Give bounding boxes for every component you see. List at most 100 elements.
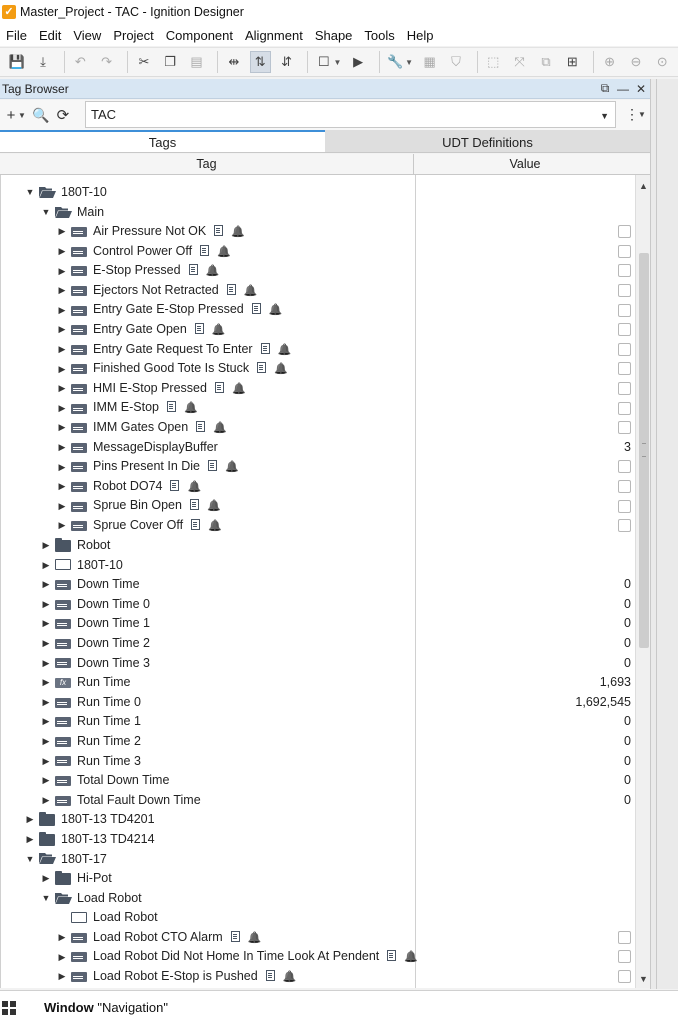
expand-toggle-icon[interactable]: ▶ [41,595,51,614]
tree-row[interactable]: ▶ Total Down Time 0 [1,771,635,791]
search-icon[interactable]: 🔍 [30,107,52,124]
snap-off-icon[interactable]: ⇹ [223,51,244,73]
tree-row[interactable]: ▶ Sprue Bin Open 🔔 [1,497,635,517]
tree-row[interactable]: ▶ Finished Good Tote Is Stuck 🔔 [1,359,635,379]
value-checkbox[interactable] [618,303,631,317]
collapse-toggle-icon[interactable]: ▼ [25,850,35,869]
vertical-scrollbar[interactable]: ▲ ▼ [635,175,650,988]
tree-row[interactable]: ▶ Sprue Cover Off 🔔 [1,516,635,536]
expand-toggle-icon[interactable]: ▶ [25,810,35,829]
value-checkbox[interactable] [618,225,631,239]
chevron-down-icon[interactable]: ▼ [405,58,413,67]
wrench-icon[interactable]: 🔧 [385,51,406,73]
expand-toggle-icon[interactable]: ▶ [41,791,51,810]
expand-toggle-icon[interactable]: ▶ [57,262,67,281]
value-checkbox[interactable] [618,264,631,278]
preview-play-icon[interactable]: ▶ [347,51,368,73]
expand-toggle-icon[interactable]: ▶ [57,399,67,418]
expand-toggle-icon[interactable]: ▶ [57,477,67,496]
expand-toggle-icon[interactable]: ▶ [57,418,67,437]
group-icon[interactable]: ⧉ [535,51,556,73]
zoom-out-icon[interactable]: ⊖ [625,51,646,73]
value-checkbox[interactable] [618,950,631,964]
value-checkbox[interactable] [618,499,631,513]
expand-toggle-icon[interactable]: ▶ [41,536,51,555]
tree-row[interactable]: ▼ Main [1,203,635,223]
tree-row[interactable]: ▶ Robot DO74 🔔 [1,477,635,497]
tree-row[interactable]: ▶ Entry Gate Open 🔔 [1,320,635,340]
expand-icon[interactable]: ⤧ [509,51,530,73]
expand-toggle-icon[interactable]: ▶ [57,948,67,967]
expand-toggle-icon[interactable]: ▶ [41,673,51,692]
expand-toggle-icon[interactable]: ▶ [41,614,51,633]
zoom-in-icon[interactable]: ⊕ [599,51,620,73]
redo-icon[interactable]: ↷ [96,51,117,73]
expand-toggle-icon[interactable]: ▶ [41,575,51,594]
document-icon[interactable]: ▦ [419,51,440,73]
grid-icon[interactable] [2,1001,16,1015]
chevron-down-icon[interactable]: ▼ [334,58,342,67]
menu-file[interactable]: File [0,28,33,43]
cut-icon[interactable]: ✂ [133,51,154,73]
column-value[interactable]: Value [414,154,636,174]
tag-provider-select[interactable]: TAC ▼ [85,101,616,128]
expand-toggle-icon[interactable]: ▶ [57,242,67,261]
value-checkbox[interactable] [618,421,631,435]
expand-toggle-icon[interactable]: ▶ [41,732,51,751]
expand-toggle-icon[interactable]: ▶ [41,654,51,673]
tree-row[interactable]: ▶ Run Time 3 0 [1,751,635,771]
save-icon[interactable]: 💾 [6,51,27,73]
value-checkbox[interactable] [618,519,631,533]
menu-view[interactable]: View [67,28,107,43]
tree-row[interactable]: ▶ IMM Gates Open 🔔 [1,418,635,438]
value-checkbox[interactable] [618,460,631,474]
tab-udt-definitions[interactable]: UDT Definitions [325,130,650,152]
tree-row[interactable]: ▶ IMM E-Stop 🔔 [1,399,635,419]
value-checkbox[interactable] [618,480,631,493]
expand-toggle-icon[interactable]: ▶ [41,752,51,771]
value-checkbox[interactable] [618,244,631,258]
tree-row[interactable]: ▶ HMI E-Stop Pressed 🔔 [1,379,635,399]
collapse-toggle-icon[interactable]: ▼ [25,183,35,202]
value-checkbox[interactable] [618,930,631,944]
tree-row[interactable]: ▶ Load Robot E-Stop is Pushed 🔔 [1,967,635,987]
expand-toggle-icon[interactable]: ▶ [41,712,51,731]
collapse-toggle-icon[interactable]: ▼ [41,203,51,222]
tree-row[interactable]: ▶ Pins Present In Die 🔔 [1,457,635,477]
zoom-reset-icon[interactable]: ⊙ [652,51,673,73]
minimize-icon[interactable]: — [614,82,632,96]
menu-project[interactable]: Project [107,28,159,43]
menu-help[interactable]: Help [401,28,440,43]
expand-toggle-icon[interactable]: ▶ [57,340,67,359]
paste-icon[interactable]: ▤ [186,51,207,73]
tree-row[interactable]: ▶ 180T-10 [1,555,635,575]
scroll-down-icon[interactable]: ▼ [636,974,650,984]
menu-component[interactable]: Component [160,28,239,43]
tree-row[interactable]: ▶ E-Stop Pressed 🔔 [1,261,635,281]
tree-row[interactable]: ▶ Down Time 1 0 [1,614,635,634]
float-window-icon[interactable]: ⧉ [596,81,614,96]
align-icon[interactable]: ⊞ [562,51,583,73]
expand-toggle-icon[interactable]: ▶ [57,967,67,986]
value-checkbox[interactable] [618,401,631,415]
tree-row[interactable]: ▶ 180T-13 TD4214 [1,830,635,850]
expand-toggle-icon[interactable]: ▶ [41,869,51,888]
chevron-down-icon[interactable]: ▼ [638,110,646,119]
expand-toggle-icon[interactable]: ▶ [57,320,67,339]
expand-toggle-icon[interactable]: ▶ [57,360,67,379]
undo-icon[interactable]: ↶ [70,51,91,73]
expand-toggle-icon[interactable]: ▶ [25,830,35,849]
window-icon[interactable]: ☐ [313,51,334,73]
tree-row[interactable]: ▶ Run Time 1 0 [1,712,635,732]
expand-toggle-icon[interactable]: ▶ [57,222,67,241]
menu-shape[interactable]: Shape [309,28,359,43]
tree-row[interactable]: ▶ Air Pressure Not OK 🔔 [1,222,635,242]
value-checkbox[interactable] [618,284,631,297]
layout-icon[interactable]: ⇵ [276,51,297,73]
tree-row[interactable]: ▶ fx Run Time 1,693 [1,673,635,693]
expand-toggle-icon[interactable]: ▶ [57,516,67,535]
menu-edit[interactable]: Edit [33,28,67,43]
shield-icon[interactable]: ⛉ [445,51,466,73]
tree-row[interactable]: ▶ Load Robot CTO Alarm 🔔 [1,928,635,948]
tree-row[interactable]: Load Robot [1,908,635,928]
